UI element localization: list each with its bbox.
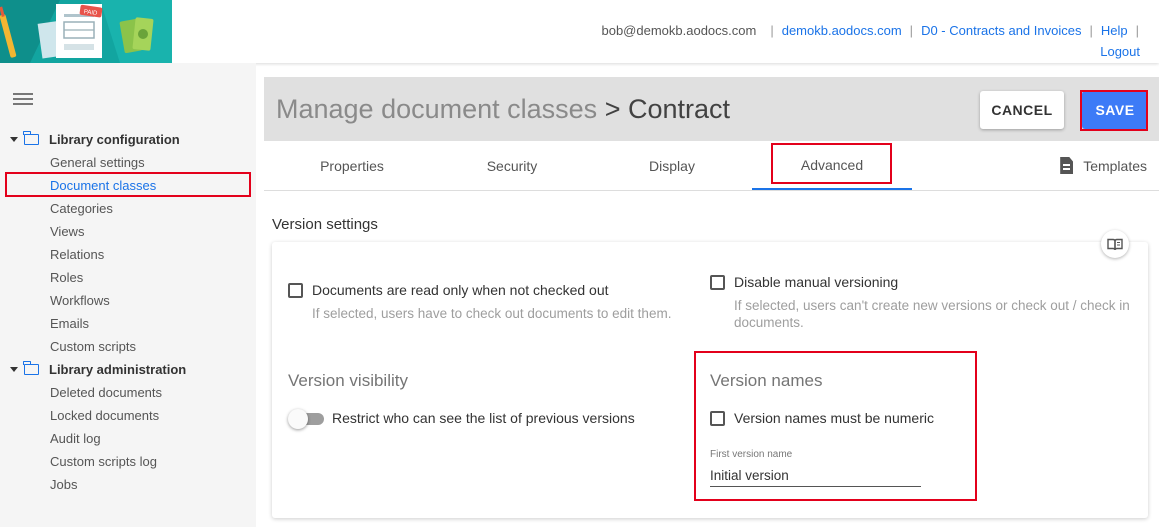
restrict-versions-toggle[interactable] bbox=[288, 409, 326, 429]
cancel-button[interactable]: CANCEL bbox=[980, 91, 1064, 129]
separator: | bbox=[909, 23, 914, 38]
document-icon bbox=[1060, 157, 1074, 174]
sidebar-item-audit-log[interactable]: Audit log bbox=[50, 431, 101, 446]
app-header: PAID bob@demokb.aodocs.com | demokb.aodo… bbox=[0, 0, 1159, 63]
caret-down-icon bbox=[10, 367, 18, 372]
read-only-checkbox[interactable] bbox=[288, 283, 303, 298]
version-visibility-heading: Version visibility bbox=[288, 371, 408, 390]
disable-manual-versioning-label: Disable manual versioning bbox=[734, 274, 899, 290]
domain-link[interactable]: demokb.aodocs.com bbox=[782, 20, 902, 41]
templates-button[interactable]: Templates bbox=[1060, 141, 1147, 190]
sidebar-item-views[interactable]: Views bbox=[50, 224, 84, 239]
sidebar-item-custom-scripts-log[interactable]: Custom scripts log bbox=[50, 454, 157, 469]
folder-icon bbox=[23, 361, 39, 375]
page-title-text: Manage document classes bbox=[276, 94, 598, 124]
sidebar: Library configuration General settings D… bbox=[0, 63, 256, 527]
folder-icon bbox=[23, 131, 39, 145]
sidebar-item-locked-documents[interactable]: Locked documents bbox=[50, 408, 159, 423]
sidebar-item-emails[interactable]: Emails bbox=[50, 316, 89, 331]
sidebar-item-document-classes[interactable]: Document classes bbox=[50, 178, 156, 193]
sidebar-section-library-administration[interactable]: Library administration bbox=[10, 361, 187, 377]
separator: | bbox=[1135, 23, 1139, 38]
library-link[interactable]: D0 - Contracts and Invoices bbox=[921, 20, 1081, 41]
numeric-version-names-label: Version names must be numeric bbox=[734, 410, 934, 426]
help-link[interactable]: Help bbox=[1101, 20, 1128, 41]
book-icon bbox=[1107, 238, 1123, 250]
disable-manual-versioning-help: If selected, users can't create new vers… bbox=[734, 298, 1130, 330]
breadcrumb: > Contract bbox=[604, 94, 731, 124]
section-title: Library configuration bbox=[49, 132, 180, 147]
read-only-help: If selected, users have to check out doc… bbox=[312, 306, 672, 321]
version-names-heading: Version names bbox=[710, 371, 823, 390]
user-email: bob@demokb.aodocs.com bbox=[601, 23, 757, 38]
sidebar-item-roles[interactable]: Roles bbox=[50, 270, 83, 285]
page-title-bar: Manage document classes > Contract CANCE… bbox=[264, 77, 1159, 141]
sidebar-item-relations[interactable]: Relations bbox=[50, 247, 104, 262]
tab-security[interactable]: Security bbox=[432, 141, 592, 190]
save-button[interactable]: SAVE bbox=[1082, 91, 1148, 129]
sidebar-item-deleted-documents[interactable]: Deleted documents bbox=[50, 385, 162, 400]
sidebar-item-workflows[interactable]: Workflows bbox=[50, 293, 110, 308]
sidebar-item-categories[interactable]: Categories bbox=[50, 201, 113, 216]
separator: | bbox=[770, 23, 774, 38]
first-version-name-input[interactable] bbox=[710, 465, 921, 487]
version-settings-title: Version settings bbox=[272, 216, 378, 233]
tab-properties[interactable]: Properties bbox=[272, 141, 432, 190]
sidebar-item-jobs[interactable]: Jobs bbox=[50, 477, 77, 492]
caret-down-icon bbox=[10, 137, 18, 142]
read-only-label: Documents are read only when not checked… bbox=[312, 282, 609, 298]
tab-display[interactable]: Display bbox=[592, 141, 752, 190]
documentation-button[interactable] bbox=[1101, 230, 1129, 258]
templates-label: Templates bbox=[1083, 157, 1147, 174]
page-title: Manage document classes > Contract bbox=[276, 94, 730, 125]
logo-illustration: PAID bbox=[0, 0, 172, 63]
restrict-versions-label: Restrict who can see the list of previou… bbox=[332, 410, 635, 426]
first-version-name-label: First version name bbox=[710, 449, 793, 460]
sidebar-item-custom-scripts[interactable]: Custom scripts bbox=[50, 339, 136, 354]
disable-manual-versioning-checkbox[interactable] bbox=[710, 275, 725, 290]
numeric-version-names-checkbox[interactable] bbox=[710, 411, 725, 426]
tab-bar: Properties Security Display Advanced Tem… bbox=[264, 141, 1159, 191]
tab-advanced[interactable]: Advanced bbox=[752, 141, 912, 190]
menu-icon[interactable] bbox=[13, 93, 33, 107]
section-title: Library administration bbox=[49, 362, 187, 377]
top-navigation: bob@demokb.aodocs.com | demokb.aodocs.co… bbox=[601, 20, 1140, 62]
toggle-knob bbox=[288, 409, 308, 429]
sidebar-item-general-settings[interactable]: General settings bbox=[50, 155, 145, 170]
separator: | bbox=[1089, 23, 1093, 38]
sidebar-section-library-configuration[interactable]: Library configuration bbox=[10, 131, 180, 147]
logout-link[interactable]: Logout bbox=[1100, 41, 1140, 62]
app-logo[interactable]: PAID bbox=[0, 0, 172, 63]
